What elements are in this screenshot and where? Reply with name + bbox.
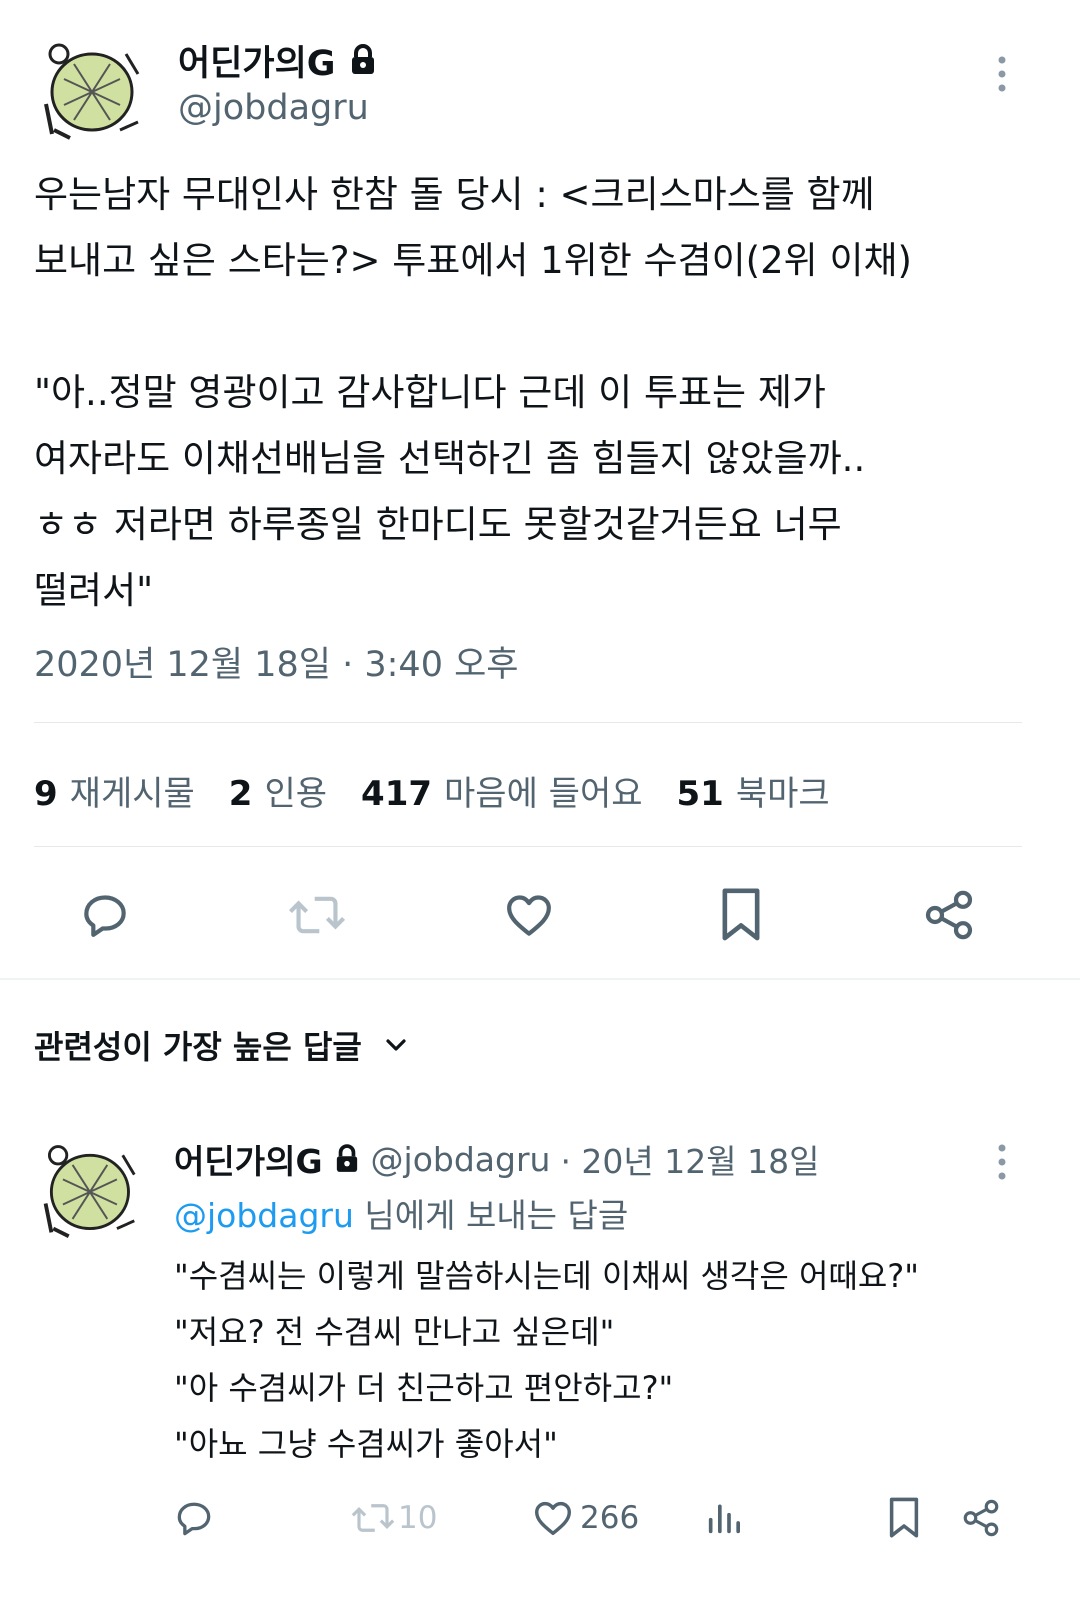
- reply-share-button[interactable]: [960, 1488, 1002, 1548]
- stat-likes-count: 417: [361, 774, 433, 814]
- stat-reposts-label: 재게시물: [69, 774, 195, 814]
- author-avatar[interactable]: [34, 34, 146, 146]
- reply-views-button[interactable]: [704, 1488, 744, 1548]
- stat-quotes[interactable]: 2 인용: [229, 766, 327, 815]
- tweet-text: 우는남자 무대인사 한참 돌 당시 : <크리스마스를 함께 보내고 싶은 스타…: [34, 173, 912, 612]
- reply-reply-button[interactable]: [172, 1488, 216, 1548]
- section-separator: [0, 978, 1080, 980]
- replying-to: @jobdagru 님에게 보내는 답글: [174, 1192, 628, 1240]
- reply-date[interactable]: · 20년 12월 18일: [560, 1135, 819, 1183]
- like-icon: [534, 1501, 572, 1536]
- reply-author-avatar[interactable]: [34, 1136, 142, 1244]
- author-name[interactable]: 어딘가의G: [178, 35, 336, 86]
- chevron-down-icon: [386, 1039, 406, 1051]
- share-button[interactable]: [914, 880, 984, 950]
- stat-reposts[interactable]: 9 재게시물: [34, 766, 195, 815]
- like-icon: [507, 895, 551, 936]
- turtle-avatar-icon: [44, 43, 140, 140]
- turtle-avatar-icon: [43, 1145, 136, 1239]
- bookmark-icon: [889, 1497, 919, 1538]
- like-button[interactable]: [494, 880, 564, 950]
- replying-to-suffix: 님에게 보내는 답글: [353, 1196, 629, 1235]
- views-icon: [708, 1504, 740, 1534]
- reply-text: "수겸씨는 이렇게 말씀하시는데 이채씨 생각은 어때요?" "저요? 전 수겸…: [174, 1257, 919, 1463]
- reply-icon: [177, 1502, 211, 1536]
- replies-sort-label: 관련성이 가장 높은 답글: [34, 1028, 362, 1066]
- divider: [34, 722, 1022, 723]
- reply-repost-button[interactable]: 10: [350, 1488, 437, 1548]
- share-icon: [925, 890, 973, 940]
- author-handle[interactable]: @jobdagru: [178, 86, 369, 130]
- reply-bookmark-button[interactable]: [884, 1488, 924, 1548]
- reply-more-options-icon[interactable]: [990, 1142, 1014, 1182]
- tweet-timestamp[interactable]: 2020년 12월 18일 · 3:40 오후: [34, 640, 519, 690]
- replying-to-handle[interactable]: @jobdagru: [174, 1196, 354, 1235]
- stat-quotes-count: 2: [228, 774, 253, 814]
- reply-like-button[interactable]: 266: [530, 1488, 639, 1548]
- reply-icon: [84, 895, 126, 937]
- stat-reposts-count: 9: [34, 774, 58, 814]
- tweet-action-bar: [0, 880, 1080, 950]
- bookmark-button[interactable]: [706, 880, 776, 950]
- repost-icon: [351, 1504, 395, 1532]
- share-icon: [963, 1499, 999, 1537]
- stat-bookmarks-count: 51: [676, 774, 724, 814]
- stat-bookmarks[interactable]: 51 북마크: [677, 766, 830, 815]
- reply-author-handle[interactable]: @jobdagru: [371, 1140, 551, 1179]
- reply-action-bar: 10 266: [0, 1488, 1080, 1548]
- stat-likes-label: 마음에 들어요: [444, 774, 643, 814]
- repost-button[interactable]: [282, 880, 352, 950]
- stat-quotes-label: 인용: [264, 774, 328, 814]
- reply-repost-count: 10: [398, 1500, 438, 1536]
- reply-author-name[interactable]: 어딘가의G: [174, 1135, 323, 1183]
- replies-sort-dropdown[interactable]: 관련성이 가장 높은 답글: [34, 1020, 412, 1070]
- repost-icon: [288, 896, 346, 934]
- reply-like-count: 266: [580, 1500, 640, 1536]
- divider: [34, 846, 1022, 847]
- more-options-icon[interactable]: [990, 54, 1014, 94]
- stat-bookmarks-label: 북마크: [735, 774, 830, 814]
- stat-likes[interactable]: 417 마음에 들어요: [361, 766, 642, 815]
- reply-button[interactable]: [70, 880, 140, 950]
- tweet-stats: 9 재게시물 2 인용 417 마음에 들어요 51 북마크: [34, 766, 864, 815]
- lock-icon: [335, 1144, 359, 1174]
- lock-icon: [350, 44, 376, 76]
- bookmark-icon: [722, 888, 760, 941]
